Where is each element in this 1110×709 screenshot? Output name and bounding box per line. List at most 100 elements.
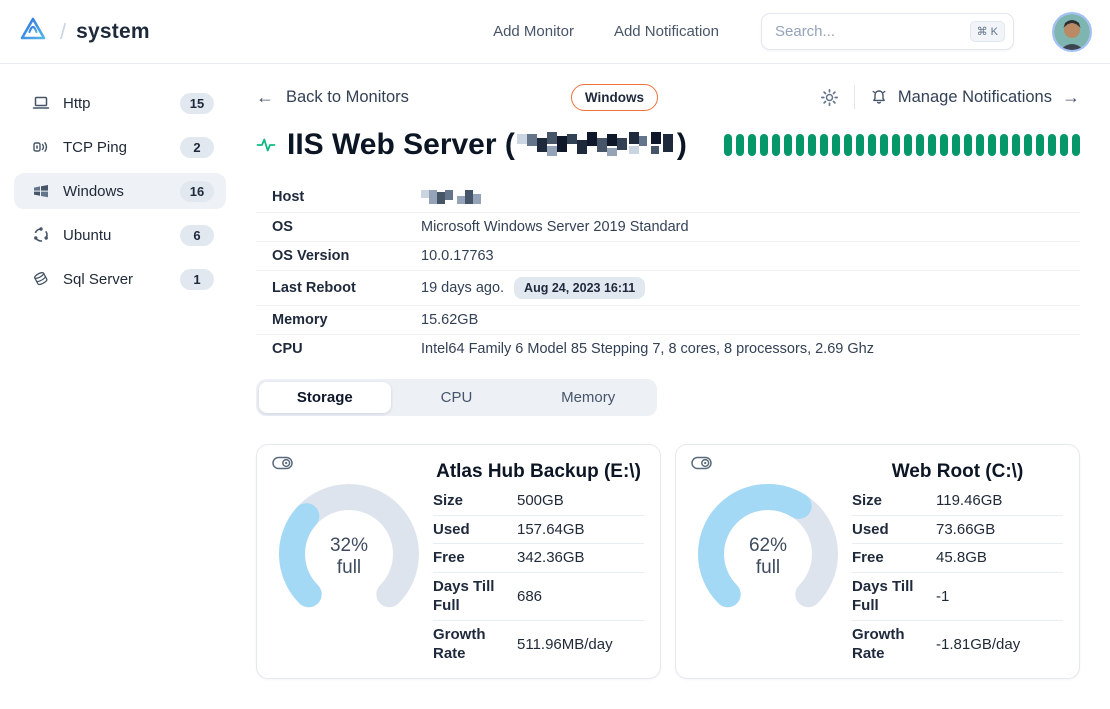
uptime-bar — [724, 134, 732, 156]
drive-title: Web Root (C:\) — [852, 461, 1063, 483]
uptime-strip — [724, 134, 1080, 156]
uptime-bar — [832, 134, 840, 156]
gauge-full-label: full — [337, 557, 361, 578]
search-shortcut-badge: ⌘ K — [970, 21, 1005, 42]
uptime-bar — [892, 134, 900, 156]
uptime-bar — [748, 134, 756, 156]
tab-cpu[interactable]: CPU — [391, 382, 523, 413]
uptime-bar — [1072, 134, 1080, 156]
uptime-bar — [1024, 134, 1032, 156]
pulse-activity-icon — [256, 135, 276, 155]
uptime-bar — [1012, 134, 1020, 156]
sidebar-item-http[interactable]: Http 15 — [14, 85, 226, 121]
bell-icon — [870, 88, 888, 106]
metric-tabs: Storage CPU Memory — [256, 379, 657, 416]
count-badge: 6 — [180, 225, 214, 246]
drive-title: Atlas Hub Backup (E:\) — [433, 461, 644, 483]
last-reboot-relative: 19 days ago. — [421, 280, 504, 296]
sidebar: Http 15 TCP Ping 2 Windows 16 — [0, 64, 240, 709]
info-row-memory: Memory 15.62GB — [256, 306, 1080, 335]
back-label: Back to Monitors — [286, 88, 409, 107]
brand-name: system — [76, 20, 150, 44]
top-nav: Add Monitor Add Notification — [493, 23, 719, 40]
monitor-toolbar: ← Back to Monitors Windows — [256, 80, 1080, 114]
uptime-bar — [988, 134, 996, 156]
info-row-os: OS Microsoft Windows Server 2019 Standar… — [256, 213, 1080, 242]
last-reboot-date-badge: Aug 24, 2023 16:11 — [514, 277, 645, 299]
uptime-bar — [952, 134, 960, 156]
gauge-percent-label: 32% — [330, 535, 368, 556]
add-notification-link[interactable]: Add Notification — [614, 23, 719, 40]
count-badge: 16 — [180, 181, 214, 202]
info-row-os-version: OS Version 10.0.17763 — [256, 242, 1080, 271]
manage-label: Manage Notifications — [898, 88, 1052, 107]
watch-toggle-icon[interactable] — [272, 456, 293, 475]
right-arrow-icon: → — [1062, 87, 1080, 108]
uptime-bar — [868, 134, 876, 156]
add-monitor-link[interactable]: Add Monitor — [493, 23, 574, 40]
storage-card-atlas-hub-backup: 32% full Atlas Hub Backup (E:\) Size500G… — [256, 444, 661, 679]
sidebar-item-label: Windows — [63, 183, 124, 200]
uptime-bar — [820, 134, 828, 156]
top-header: / system Add Monitor Add Notification Se… — [0, 0, 1110, 64]
windows-icon — [32, 182, 50, 200]
storage-cards: 32% full Atlas Hub Backup (E:\) Size500G… — [256, 444, 1080, 679]
database-icon — [32, 270, 50, 288]
tab-memory[interactable]: Memory — [522, 382, 654, 413]
gauge-percent-label: 62% — [749, 535, 787, 556]
laptop-icon — [32, 94, 50, 112]
uptime-bar — [928, 134, 936, 156]
uptime-bar — [808, 134, 816, 156]
sidebar-item-label: Http — [63, 95, 91, 112]
info-row-cpu: CPU Intel64 Family 6 Model 85 Stepping 7… — [256, 335, 1080, 363]
info-row-last-reboot: Last Reboot 19 days ago. Aug 24, 2023 16… — [256, 271, 1080, 306]
info-row-host: Host — [256, 182, 1080, 213]
storage-card-web-root: 62% full Web Root (C:\) Size119.46GB Use… — [675, 444, 1080, 679]
gauge-full-label: full — [756, 557, 780, 578]
sidebar-item-ubuntu[interactable]: Ubuntu 6 — [14, 217, 226, 253]
main-content: ← Back to Monitors Windows — [240, 64, 1110, 709]
search-input[interactable]: Search... ⌘ K — [761, 13, 1014, 50]
brand-separator: / — [60, 19, 66, 45]
settings-gear-icon[interactable] — [820, 88, 839, 107]
uptime-bar — [736, 134, 744, 156]
uptime-bar — [904, 134, 912, 156]
uptime-bar — [880, 134, 888, 156]
user-avatar[interactable] — [1052, 12, 1092, 52]
redacted-server-name — [517, 130, 675, 160]
uptime-bar — [976, 134, 984, 156]
uptime-bar — [940, 134, 948, 156]
uptime-bar — [784, 134, 792, 156]
monitor-type-badge: Windows — [571, 84, 658, 111]
sidebar-item-tcp-ping[interactable]: TCP Ping 2 — [14, 129, 226, 165]
sidebar-item-label: Ubuntu — [63, 227, 111, 244]
sidebar-item-label: TCP Ping — [63, 139, 127, 156]
sidebar-item-sql-server[interactable]: Sql Server 1 — [14, 261, 226, 297]
uptime-bar — [760, 134, 768, 156]
uptime-bar — [1036, 134, 1044, 156]
uptime-bar — [772, 134, 780, 156]
uptime-bar — [1060, 134, 1068, 156]
storage-gauge: 62% full — [684, 453, 852, 672]
watch-toggle-icon[interactable] — [691, 456, 712, 475]
ping-icon — [32, 138, 50, 156]
count-badge: 15 — [180, 93, 214, 114]
brand[interactable]: / system — [16, 12, 150, 51]
count-badge: 2 — [180, 137, 214, 158]
manage-notifications-link[interactable]: Manage Notifications → — [870, 87, 1080, 108]
sidebar-item-windows[interactable]: Windows 16 — [14, 173, 226, 209]
uptime-bar — [844, 134, 852, 156]
redacted-host-value — [421, 188, 485, 206]
tab-storage[interactable]: Storage — [259, 382, 391, 413]
drive-stats-table: Size500GB Used157.64GB Free342.36GB Days… — [433, 487, 644, 668]
title-row: IIS Web Server () — [256, 128, 1080, 162]
uptime-bar — [964, 134, 972, 156]
uptime-bar — [1000, 134, 1008, 156]
atlas-logo-icon — [16, 12, 50, 51]
toolbar-right-controls: Manage Notifications → — [820, 85, 1080, 109]
sidebar-item-label: Sql Server — [63, 271, 133, 288]
uptime-bar — [916, 134, 924, 156]
back-to-monitors-link[interactable]: ← Back to Monitors — [256, 87, 409, 108]
count-badge: 1 — [180, 269, 214, 290]
uptime-bar — [1048, 134, 1056, 156]
